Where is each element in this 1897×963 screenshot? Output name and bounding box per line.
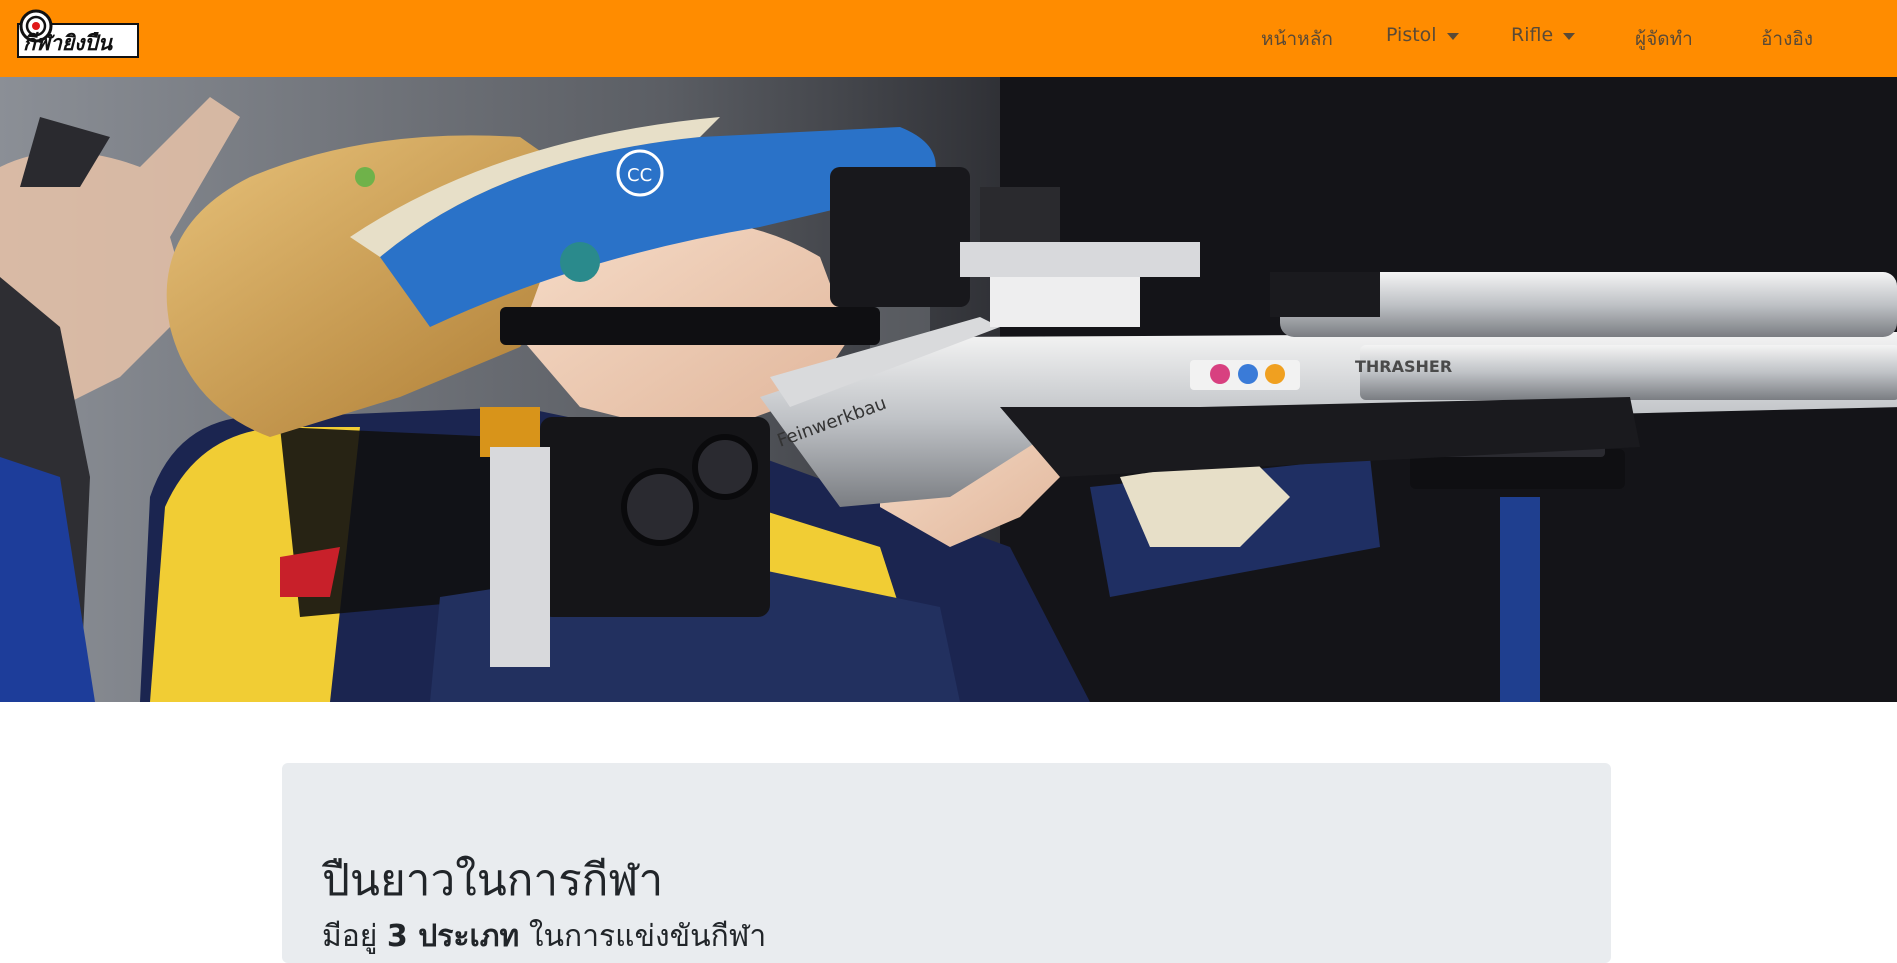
nav-home-label: หน้าหลัก: [1261, 28, 1333, 50]
nav-home-link[interactable]: หน้าหลัก: [1261, 24, 1333, 54]
subtitle-end: ในการแข่งขันกีฬา: [528, 919, 767, 954]
svg-text:กีฬายิงปืน: กีฬายิงปืน: [23, 31, 114, 55]
rifle-shooter-photo: CC Feinwerkbau THRASHER: [0, 77, 1897, 702]
nav-rifle-dropdown[interactable]: Rifle: [1511, 24, 1576, 46]
target-logo-icon: กีฬายิงปืน: [17, 9, 139, 58]
brand-logo[interactable]: กีฬายิงปืน: [16, 6, 142, 60]
nav-organizer-label: ผู้จัดทำ: [1635, 28, 1693, 50]
subtitle-start: มีอยู่: [322, 919, 378, 954]
hero-image: CC Feinwerkbau THRASHER: [0, 77, 1897, 702]
caret-down-icon: [1446, 32, 1459, 40]
svg-text:CC: CC: [627, 165, 652, 186]
nav-pistol-dropdown[interactable]: Pistol: [1386, 24, 1459, 46]
subtitle-bold: 3 ประเภท: [386, 919, 520, 954]
intro-card: ปืนยาวในการกีฬา มีอยู่ 3 ประเภท ในการแข่…: [282, 763, 1611, 963]
nav-reference-label: อ้างอิง: [1761, 28, 1814, 50]
nav-organizer-link[interactable]: ผู้จัดทำ: [1635, 24, 1693, 54]
caret-down-icon: [1563, 32, 1576, 40]
nav-pistol-label: Pistol: [1386, 24, 1437, 46]
page-title: ปืนยาวในการกีฬา: [322, 855, 664, 906]
svg-text:THRASHER: THRASHER: [1355, 357, 1452, 376]
nav-rifle-label: Rifle: [1511, 24, 1554, 46]
navbar: กีฬายิงปืน หน้าหลัก Pistol Rifle ผู้จัดท…: [0, 0, 1897, 77]
nav-reference-link[interactable]: อ้างอิง: [1761, 24, 1813, 54]
page-subtitle: มีอยู่ 3 ประเภท ในการแข่งขันกีฬา: [322, 913, 766, 960]
